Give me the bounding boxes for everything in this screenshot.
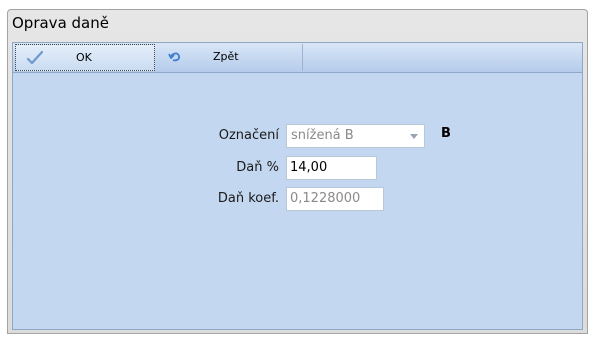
tax-coef-label: Daň koef.: [217, 191, 279, 206]
tax-percent-input[interactable]: 14,00: [286, 156, 377, 180]
dialog-window: Oprava daně OK Zpět Označení snížená B B…: [7, 9, 588, 334]
chevron-down-icon[interactable]: [410, 134, 418, 139]
designation-dropdown[interactable]: snížená B: [286, 124, 425, 148]
back-button-label: Zpět: [213, 50, 239, 63]
dialog-client-area: OK Zpět: [12, 42, 583, 330]
back-button[interactable]: Zpět: [159, 44, 303, 71]
window-title: Oprava daně: [12, 14, 109, 32]
designation-label: Označení: [218, 128, 279, 143]
designation-value: snížená B: [291, 128, 354, 143]
ok-button[interactable]: OK: [15, 44, 155, 71]
tax-percent-label: Daň %: [236, 160, 279, 175]
ok-button-label: OK: [76, 51, 92, 64]
checkmark-icon: [26, 50, 44, 69]
tax-coef-input[interactable]: 0,1228000: [286, 187, 384, 211]
designation-code: B: [441, 126, 451, 141]
undo-icon: [167, 49, 183, 68]
toolbar: OK Zpět: [13, 43, 582, 73]
